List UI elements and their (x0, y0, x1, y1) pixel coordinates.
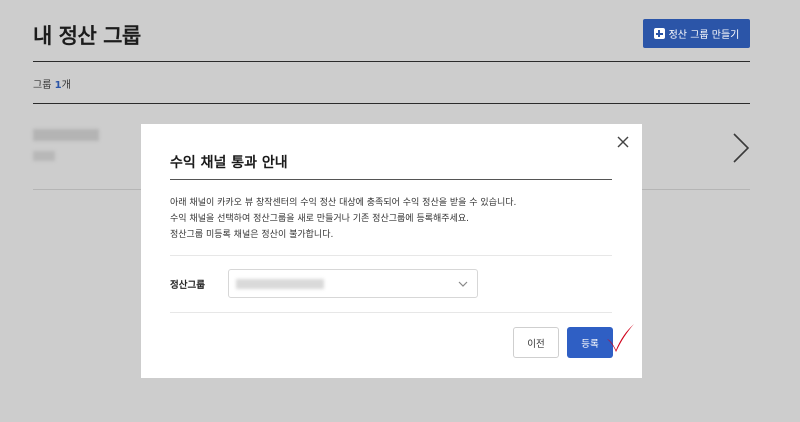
red-checkmark-icon (607, 324, 634, 352)
chevron-down-icon (458, 281, 468, 287)
header-divider (33, 61, 750, 62)
blurred-selected-value (236, 279, 324, 289)
form-top-divider (170, 255, 612, 256)
chevron-right-icon[interactable] (728, 131, 754, 165)
page-title: 내 정산 그룹 (33, 24, 141, 48)
modal-title: 수익 채널 통과 안내 (170, 155, 288, 171)
create-group-button-label: 정산 그룹 만들기 (668, 30, 740, 41)
modal-description: 아래 채널이 카카오 뷰 창작센터의 수익 정산 대상에 충족되어 수익 정산을… (170, 195, 612, 243)
revenue-channel-modal: 수익 채널 통과 안내 아래 채널이 카카오 뷰 창작센터의 수익 정산 대상에… (141, 124, 642, 378)
blurred-group-detail (33, 151, 55, 161)
settlement-group-label: 정산그룹 (170, 280, 205, 291)
modal-title-divider (170, 179, 612, 180)
group-count-number: 1 (54, 80, 62, 91)
group-count: 그룹 1개 (33, 80, 71, 91)
description-line: 정산그룹 미등록 채널은 정산이 불가합니다. (170, 230, 334, 240)
plus-square-icon (653, 28, 665, 39)
description-line: 아래 채널이 카카오 뷰 창작센터의 수익 정산 대상에 충족되어 수익 정산을… (170, 198, 517, 208)
prev-button[interactable]: 이전 (513, 327, 559, 358)
description-line: 수익 채널을 선택하여 정산그룹을 새로 만들거나 기존 정산그룹에 등록해주세… (170, 214, 469, 224)
blurred-group-name (33, 129, 99, 141)
close-icon[interactable] (616, 135, 630, 149)
create-group-button[interactable]: 정산 그룹 만들기 (643, 19, 750, 48)
form-bottom-divider (170, 312, 612, 313)
list-top-divider (33, 103, 750, 104)
settlement-group-select[interactable] (228, 269, 478, 298)
